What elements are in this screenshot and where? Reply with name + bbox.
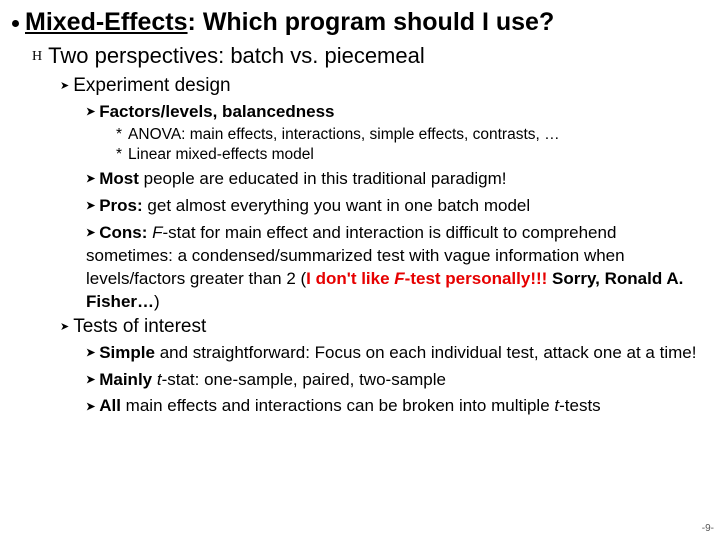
chevron-icon: ➤ xyxy=(86,401,95,413)
exp-design-label: Experiment design xyxy=(73,75,230,96)
simple-lead: Simple xyxy=(99,343,155,362)
tests-heading: ➤ Tests of interest xyxy=(60,316,708,338)
mainly-line: ➤Mainly t-stat: one-sample, paired, two-… xyxy=(86,369,708,392)
perspectives-line: H Two perspectives: batch vs. piecemeal xyxy=(32,43,708,69)
all-line: ➤ All main effects and interactions can b… xyxy=(86,395,708,418)
perspectives-text: Two perspectives: batch vs. piecemeal xyxy=(48,43,425,68)
cons-red-c: -test personally!!! xyxy=(405,269,548,288)
pros-line: ➤ Pros: get almost everything you want in… xyxy=(86,195,708,218)
chevron-icon: ➤ xyxy=(60,321,69,333)
simple-line: ➤ Simple and straightforward: Focus on ea… xyxy=(86,342,708,365)
tests-label: Tests of interest xyxy=(73,316,206,337)
cons-fstat-f: F xyxy=(152,223,162,242)
anova-text: ANOVA: main effects, interactions, simpl… xyxy=(128,126,560,143)
chevron-icon: ➤ xyxy=(86,347,95,359)
mainly-rest: -stat: one-sample, paired, two-sample xyxy=(162,370,446,389)
script-h-icon: H xyxy=(32,49,42,65)
cons-lead: Cons: xyxy=(99,223,147,242)
slide: Mixed-Effects: Which program should I us… xyxy=(0,0,720,540)
all-rest: main effects and interactions can be bro… xyxy=(121,396,554,415)
chevron-icon: ➤ xyxy=(86,173,95,185)
lme-text: Linear mixed-effects model xyxy=(128,146,314,163)
asterisk-icon: * xyxy=(116,146,122,163)
mainly-lead: Mainly xyxy=(99,370,152,389)
title-lead: Mixed-Effects xyxy=(25,8,188,36)
page-number: -9- xyxy=(702,523,714,534)
most-lead: Most xyxy=(99,169,139,188)
chevron-icon: ➤ xyxy=(86,374,95,386)
cons-red-f: F xyxy=(394,269,404,288)
lme-line: * Linear mixed-effects model xyxy=(116,146,708,164)
anova-line: * ANOVA: main effects, interactions, simp… xyxy=(116,126,708,144)
title-rest: : Which program should I use? xyxy=(188,8,555,36)
chevron-icon: ➤ xyxy=(60,80,69,92)
chevron-icon: ➤ xyxy=(86,227,95,239)
factors-line: ➤ Factors/levels, balancedness xyxy=(86,101,708,124)
most-line: ➤ Most people are educated in this tradit… xyxy=(86,168,708,191)
chevron-icon: ➤ xyxy=(86,106,95,118)
pros-rest: get almost everything you want in one ba… xyxy=(143,196,530,215)
simple-rest: and straightforward: Focus on each indiv… xyxy=(155,343,696,362)
all-tests: -tests xyxy=(559,396,601,415)
slide-title: Mixed-Effects: Which program should I us… xyxy=(12,8,708,37)
cons-line: ➤Cons: F-stat for main effect and intera… xyxy=(86,222,708,314)
factors-label: Factors/levels, balancedness xyxy=(99,102,334,121)
asterisk-icon: * xyxy=(116,126,122,143)
cons-close: ) xyxy=(154,292,160,311)
most-rest: people are educated in this traditional … xyxy=(139,169,507,188)
bullet-icon xyxy=(12,20,19,27)
chevron-icon: ➤ xyxy=(86,200,95,212)
exp-design: ➤ Experiment design xyxy=(60,75,708,97)
cons-red-a: I don't like xyxy=(306,269,394,288)
pros-lead: Pros: xyxy=(99,196,142,215)
all-lead: All xyxy=(99,396,121,415)
